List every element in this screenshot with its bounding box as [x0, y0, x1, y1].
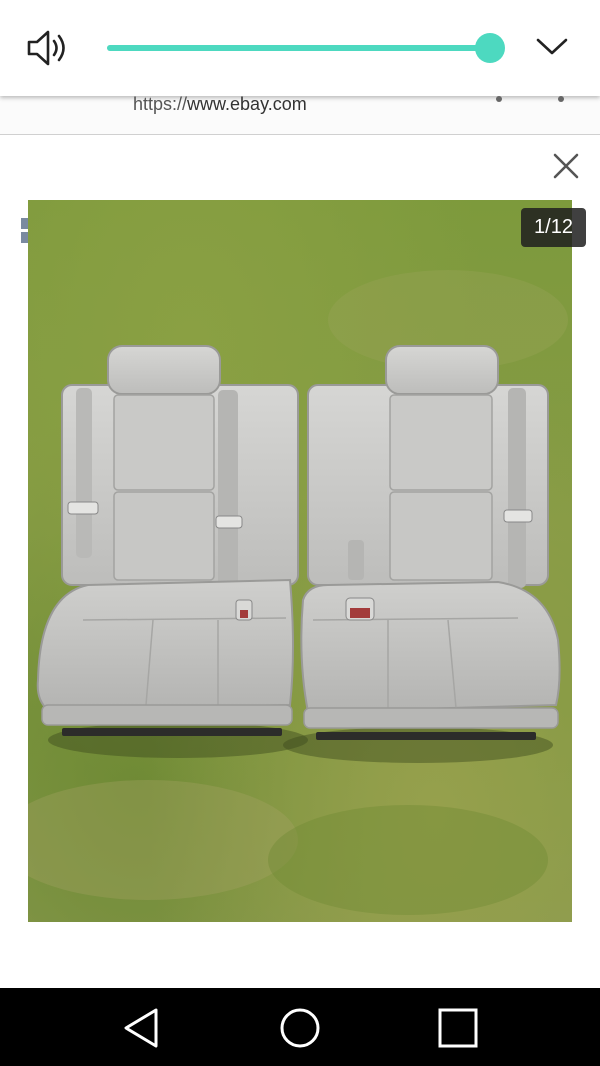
volume-slider-fill [107, 45, 490, 51]
volume-slider[interactable] [107, 33, 505, 63]
volume-slider-thumb[interactable] [475, 33, 505, 63]
url-scheme: https:// [133, 94, 188, 114]
home-circle-icon[interactable] [278, 1006, 322, 1050]
speaker-volume-icon[interactable] [26, 28, 70, 68]
volume-panel [0, 0, 600, 96]
seats-illustration [28, 270, 568, 915]
product-photo[interactable] [28, 200, 572, 922]
close-icon[interactable] [553, 153, 579, 179]
back-triangle-icon[interactable] [120, 1006, 164, 1050]
image-viewer: 1/12 [0, 135, 600, 988]
url-host: www.ebay.com [187, 94, 307, 114]
url-text[interactable]: https://www.ebay.com [133, 94, 307, 115]
menu-dot-icon [558, 96, 564, 102]
system-navigation-bar [0, 988, 600, 1066]
image-counter-badge: 1/12 [521, 208, 586, 247]
chevron-down-icon[interactable] [536, 34, 568, 58]
recents-square-icon[interactable] [436, 1006, 480, 1050]
menu-dot-icon [496, 96, 502, 102]
